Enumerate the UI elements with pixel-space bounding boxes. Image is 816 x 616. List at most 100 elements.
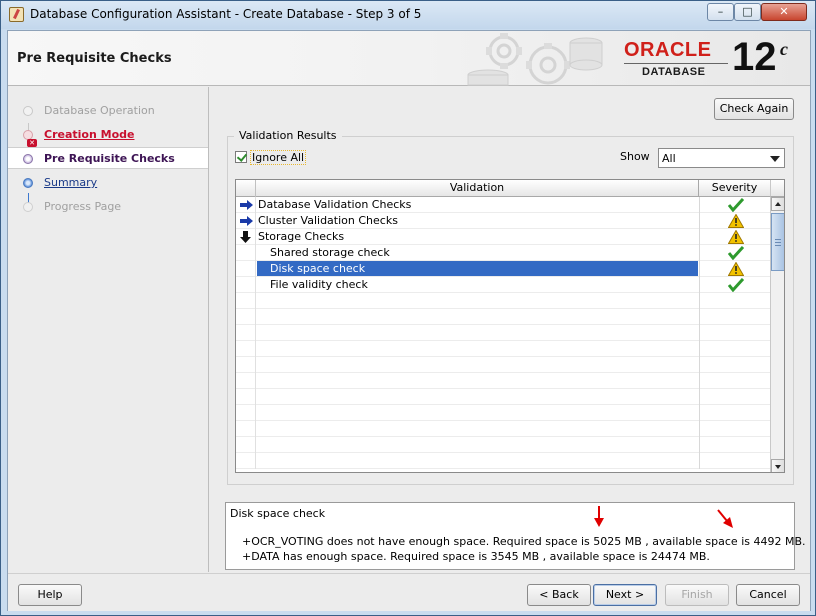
row-gutter	[236, 373, 256, 389]
nav-step-label[interactable]: Creation Mode	[44, 128, 134, 141]
row-gutter	[236, 341, 256, 357]
nav-step-pre-requisite-checks: Pre Requisite Checks	[8, 147, 208, 169]
annotation-arrow-icon	[717, 509, 733, 528]
table-row[interactable]: File validity check	[236, 277, 770, 293]
severity-cell	[699, 325, 770, 341]
severity-cell	[699, 421, 770, 437]
cancel-button[interactable]: Cancel	[736, 584, 800, 606]
nav-step-label[interactable]: Summary	[44, 176, 97, 189]
table-body: Database Validation Checks Cluster Valid…	[236, 197, 770, 469]
validation-name: Database Validation Checks	[258, 198, 412, 211]
severity-cell	[699, 293, 770, 309]
table-header: Validation Severity	[236, 180, 770, 197]
row-gutter	[236, 261, 256, 277]
nav-step-label: Progress Page	[44, 200, 122, 213]
check-ok-icon	[728, 198, 744, 212]
table-row[interactable]: Shared storage check	[236, 245, 770, 261]
step-current-icon	[23, 154, 33, 164]
database-wordmark: DATABASE	[642, 66, 706, 78]
collapse-arrow-icon[interactable]	[240, 231, 251, 243]
empty-table-row	[236, 405, 770, 421]
row-gutter	[236, 293, 256, 309]
empty-table-row	[236, 389, 770, 405]
check-ok-icon	[728, 278, 744, 292]
footer-bar: Help < Back Next > Finish Cancel	[8, 573, 810, 611]
row-gutter	[236, 325, 256, 341]
maximize-button[interactable]: □	[734, 3, 761, 21]
show-filter-value: All	[662, 152, 676, 165]
scroll-down-icon[interactable]	[771, 459, 784, 472]
grip-line	[775, 245, 781, 246]
header-scroll-corner	[770, 180, 784, 197]
table-row[interactable]: Storage Checks	[236, 229, 770, 245]
title-bar: Database Configuration Assistant - Creat…	[1, 1, 815, 29]
nav-step-creation-mode[interactable]: ✕ Creation Mode	[8, 124, 208, 147]
row-gutter	[236, 389, 256, 405]
validation-results-title: Validation Results	[234, 129, 342, 142]
empty-table-row	[236, 373, 770, 389]
severity-cell	[699, 389, 770, 405]
show-filter-select[interactable]: All	[658, 148, 785, 168]
validation-table: Validation Severity Database Validation …	[235, 179, 785, 473]
gears-graphic-icon	[467, 33, 603, 86]
chevron-down-icon	[770, 156, 780, 162]
version-suffix: c	[780, 39, 788, 59]
validation-name: Disk space check	[270, 262, 366, 275]
finish-button[interactable]: Finish	[665, 584, 729, 606]
severity-cell	[699, 261, 770, 277]
row-gutter	[236, 309, 256, 325]
severity-cell	[699, 197, 770, 213]
step-pending-icon	[23, 202, 33, 212]
empty-table-row	[236, 341, 770, 357]
next-button[interactable]: Next >	[593, 584, 657, 606]
help-button[interactable]: Help	[18, 584, 82, 606]
check-again-button[interactable]: Check Again	[714, 98, 794, 120]
oracle-logo: ORACLE DATABASE 12 c	[620, 35, 806, 81]
version-number: 12	[732, 35, 777, 79]
empty-table-row	[236, 453, 770, 469]
nav-step-database-operation: Database Operation	[8, 100, 208, 122]
row-gutter	[236, 405, 256, 421]
header-banner: Pre Requisite Checks ORACLE DATABASE 12 …	[8, 31, 810, 86]
nav-step-summary[interactable]: Summary	[8, 172, 208, 194]
table-row[interactable]: Database Validation Checks	[236, 197, 770, 213]
oracle-wordmark: ORACLE	[624, 39, 712, 61]
ignore-all-checkbox[interactable]	[235, 151, 247, 163]
column-header-validation[interactable]: Validation	[256, 180, 699, 197]
table-row-selected[interactable]: Disk space check	[236, 261, 770, 277]
row-gutter	[236, 437, 256, 453]
row-gutter	[236, 277, 256, 293]
column-header-severity[interactable]: Severity	[699, 180, 770, 197]
nav-step-label: Pre Requisite Checks	[44, 152, 175, 165]
annotation-arrow-icon	[594, 506, 604, 527]
step-link-icon	[23, 178, 33, 188]
table-row[interactable]: Cluster Validation Checks	[236, 213, 770, 229]
severity-cell	[699, 229, 770, 245]
empty-rows	[236, 293, 770, 469]
scroll-up-icon[interactable]	[771, 197, 784, 211]
empty-table-row	[236, 357, 770, 373]
details-line-data: +DATA has enough space. Required space i…	[242, 550, 710, 563]
nav-step-label: Database Operation	[44, 104, 155, 117]
empty-table-row	[236, 293, 770, 309]
grip-line	[775, 239, 781, 240]
validation-name: Cluster Validation Checks	[258, 214, 398, 227]
ignore-all-label[interactable]: Ignore All	[250, 150, 307, 165]
step-navigator: Database Operation ✕ Creation Mode Pre R…	[8, 87, 209, 572]
severity-cell	[699, 357, 770, 373]
details-title: Disk space check	[230, 507, 326, 520]
back-button[interactable]: < Back	[527, 584, 591, 606]
window-title: Database Configuration Assistant - Creat…	[30, 7, 422, 21]
expand-arrow-icon[interactable]	[240, 216, 253, 226]
validation-name: File validity check	[270, 278, 368, 291]
java-app-icon	[9, 7, 24, 22]
table-vertical-scrollbar[interactable]	[770, 197, 784, 472]
close-button[interactable]: ✕	[761, 3, 807, 21]
empty-table-row	[236, 437, 770, 453]
grip-line	[775, 242, 781, 243]
severity-cell	[699, 309, 770, 325]
empty-table-row	[236, 421, 770, 437]
minimize-button[interactable]: –	[707, 3, 734, 21]
scroll-thumb[interactable]	[771, 213, 784, 271]
expand-arrow-icon[interactable]	[240, 200, 253, 210]
